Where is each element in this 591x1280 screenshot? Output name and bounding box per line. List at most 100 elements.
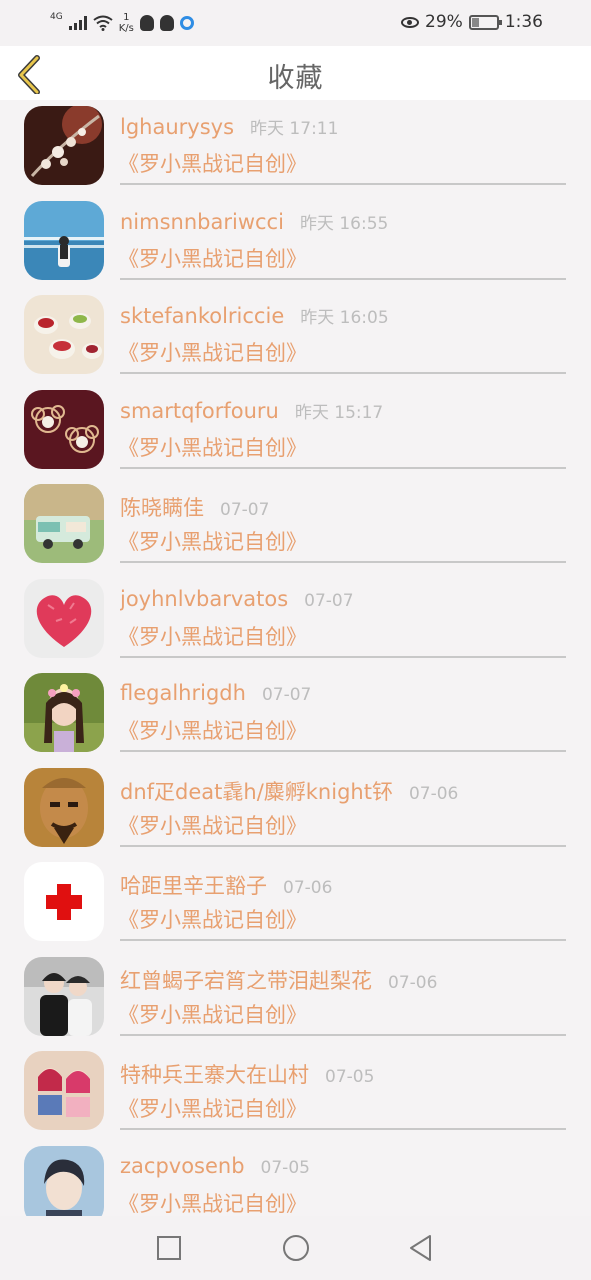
favorite-item[interactable]: 红曾蝎子宕筲之带泪赳梨花 07-06 《罗小黑战记自创》 xyxy=(0,951,591,1046)
timestamp: 07-06 xyxy=(388,972,438,993)
avatar[interactable] xyxy=(24,389,104,469)
bald-man-art xyxy=(24,767,104,847)
timestamp: 07-05 xyxy=(260,1157,310,1178)
favorite-item[interactable]: 哈距里辛王豁子 07-06 《罗小黑战记自创》 xyxy=(0,856,591,951)
circle-icon[interactable] xyxy=(281,1233,311,1263)
browser-icon xyxy=(179,16,194,30)
timestamp: 昨天 17:11 xyxy=(250,119,339,139)
favorite-item[interactable]: zacpvosenb 07-05 《罗小黑战记自创》 xyxy=(0,1140,591,1217)
book-title[interactable]: 《罗小黑战记自创》 xyxy=(118,1188,307,1217)
speed-unit: K/s xyxy=(118,23,134,34)
clock: 1:36 xyxy=(504,12,543,32)
timestamp: 昨天 15:17 xyxy=(294,402,384,423)
favorites-list[interactable]: lghaurysys 昨天 17:11 《罗小黑战记自创》 nimsnnbariwcc… xyxy=(0,100,591,1216)
red-cross-icon xyxy=(24,862,104,941)
book-title[interactable]: 《罗小黑战记自创》 xyxy=(118,904,307,934)
name-row: smartqforfouru 昨天 15:17 xyxy=(120,398,571,423)
status-right: 29% 1:36 xyxy=(401,12,543,32)
book-title[interactable]: 《罗小黑战记自创》 xyxy=(118,1093,307,1123)
name-row: sktefankolriccie 昨天 16:05 xyxy=(120,303,571,328)
timestamp: 昨天 16:05 xyxy=(300,308,389,328)
user-name[interactable]: zacpvosenb xyxy=(120,1154,245,1178)
name-row: 哈距里辛王豁子 07-06 xyxy=(120,870,571,900)
user-name[interactable]: 红曾蝎子宕筲之带泪赳梨花 xyxy=(120,965,372,995)
petal-heart-photo xyxy=(24,578,104,658)
user-name[interactable]: lghaurysys xyxy=(120,115,234,139)
favorite-item[interactable]: joyhnlvbarvatos 07-07 《罗小黑战记自创》 xyxy=(0,573,591,668)
divider xyxy=(120,750,566,752)
divider xyxy=(120,1033,566,1036)
favorite-item[interactable]: 陈晓瞒佳 07-07 《罗小黑战记自创》 xyxy=(0,478,591,573)
user-name[interactable]: smartqforfouru xyxy=(120,399,279,423)
book-title[interactable]: 《罗小黑战记自创》 xyxy=(118,526,307,556)
book-title[interactable]: 《罗小黑战记自创》 xyxy=(118,148,307,178)
avatar[interactable] xyxy=(24,1145,104,1216)
book-title[interactable]: 《罗小黑战记自创》 xyxy=(118,243,307,273)
timestamp: 07-06 xyxy=(283,878,333,898)
pearl-earrings-photo xyxy=(24,389,104,469)
network-speed: 1 K/s xyxy=(119,12,134,34)
user-name[interactable]: 特种兵王寨大在山村 xyxy=(120,1059,309,1089)
user-name[interactable]: 陈晓瞒佳 xyxy=(120,492,204,522)
avatar[interactable] xyxy=(24,106,104,185)
favorite-item[interactable]: smartqforfouru 昨天 15:17 《罗小黑战记自创》 xyxy=(0,384,591,479)
header: 收藏 xyxy=(0,46,591,100)
favorite-item[interactable]: nimsnnbariwcci 昨天 16:55 《罗小黑战记自创》 xyxy=(0,195,591,290)
book-title[interactable]: 《罗小黑战记自创》 xyxy=(118,337,307,367)
speed-value: 1 xyxy=(123,12,130,23)
favorite-item[interactable]: 特种兵王寨大在山村 07-05 《罗小黑战记自创》 xyxy=(0,1045,591,1140)
user-name[interactable]: sktefankolriccie xyxy=(120,304,284,328)
girl-flower-crown-photo xyxy=(24,673,104,752)
favorite-item[interactable]: lghaurysys 昨天 17:11 《罗小黑战记自创》 xyxy=(0,100,591,195)
flower-branch-photo xyxy=(24,106,104,185)
book-title[interactable]: 《罗小黑战记自创》 xyxy=(118,432,307,462)
book-title[interactable]: 《罗小黑战记自创》 xyxy=(118,621,307,651)
avatar[interactable] xyxy=(24,295,104,374)
avatar[interactable] xyxy=(24,673,104,752)
divider xyxy=(120,277,566,280)
favorite-item[interactable]: dnf疋deat毳h/麋孵knight钚 07-06 《罗小黑战记自创》 xyxy=(0,762,591,857)
battery-percent: 29% xyxy=(425,12,463,32)
timestamp: 昨天 16:55 xyxy=(299,213,389,234)
avatar[interactable] xyxy=(24,1051,104,1130)
girl-by-sea-photo xyxy=(24,200,104,280)
favorite-item[interactable]: flegalhrigdh 07-07 《罗小黑战记自创》 xyxy=(0,667,591,762)
app-icon xyxy=(159,15,174,31)
toy-van-photo xyxy=(24,484,104,563)
status-bar: 4G 1 K/s 29% 1:36 xyxy=(0,0,591,46)
square-icon[interactable] xyxy=(154,1233,184,1263)
book-title[interactable]: 《罗小黑战记自创》 xyxy=(118,715,307,745)
avatar[interactable] xyxy=(24,956,104,1036)
name-row: nimsnnbariwcci 昨天 16:55 xyxy=(120,209,571,234)
divider xyxy=(120,1128,566,1130)
name-row: zacpvosenb 07-05 xyxy=(120,1154,571,1178)
divider xyxy=(120,939,566,941)
timestamp: 07-07 xyxy=(304,590,354,611)
name-row: dnf疋deat毳h/麋孵knight钚 07-06 xyxy=(120,776,571,806)
avatar[interactable] xyxy=(24,767,104,847)
book-title[interactable]: 《罗小黑战记自创》 xyxy=(118,810,307,840)
navigation-bar xyxy=(0,1216,591,1280)
triangle-back-icon[interactable] xyxy=(406,1233,436,1263)
name-row: 红曾蝎子宕筲之带泪赳梨花 07-06 xyxy=(120,965,571,995)
name-row: flegalhrigdh 07-07 xyxy=(120,681,571,705)
page-title: 收藏 xyxy=(267,63,324,94)
book-title[interactable]: 《罗小黑战记自创》 xyxy=(118,999,307,1029)
divider xyxy=(120,844,566,847)
status-left: 4G 1 K/s xyxy=(50,10,194,36)
favorite-item[interactable]: sktefankolriccie 昨天 16:05 《罗小黑战记自创》 xyxy=(0,289,591,384)
avatar[interactable] xyxy=(24,484,104,563)
battery-icon xyxy=(468,14,502,30)
name-row: 陈晓瞒佳 07-07 xyxy=(120,492,571,522)
avatar[interactable] xyxy=(24,862,104,941)
user-name[interactable]: dnf疋deat毳h/麋孵knight钚 xyxy=(120,776,393,806)
user-name[interactable]: flegalhrigdh xyxy=(120,681,246,705)
two-girls-photo xyxy=(24,1051,104,1130)
screen: 4G 1 K/s 29% 1:36 收藏 lghaurysys 昨天 17:11… xyxy=(0,0,591,1280)
timestamp: 07-06 xyxy=(408,783,459,804)
avatar[interactable] xyxy=(24,200,104,280)
user-name[interactable]: joyhnlvbarvatos xyxy=(120,587,288,611)
user-name[interactable]: 哈距里辛王豁子 xyxy=(120,870,267,900)
user-name[interactable]: nimsnnbariwcci xyxy=(120,210,284,234)
avatar[interactable] xyxy=(24,578,104,658)
